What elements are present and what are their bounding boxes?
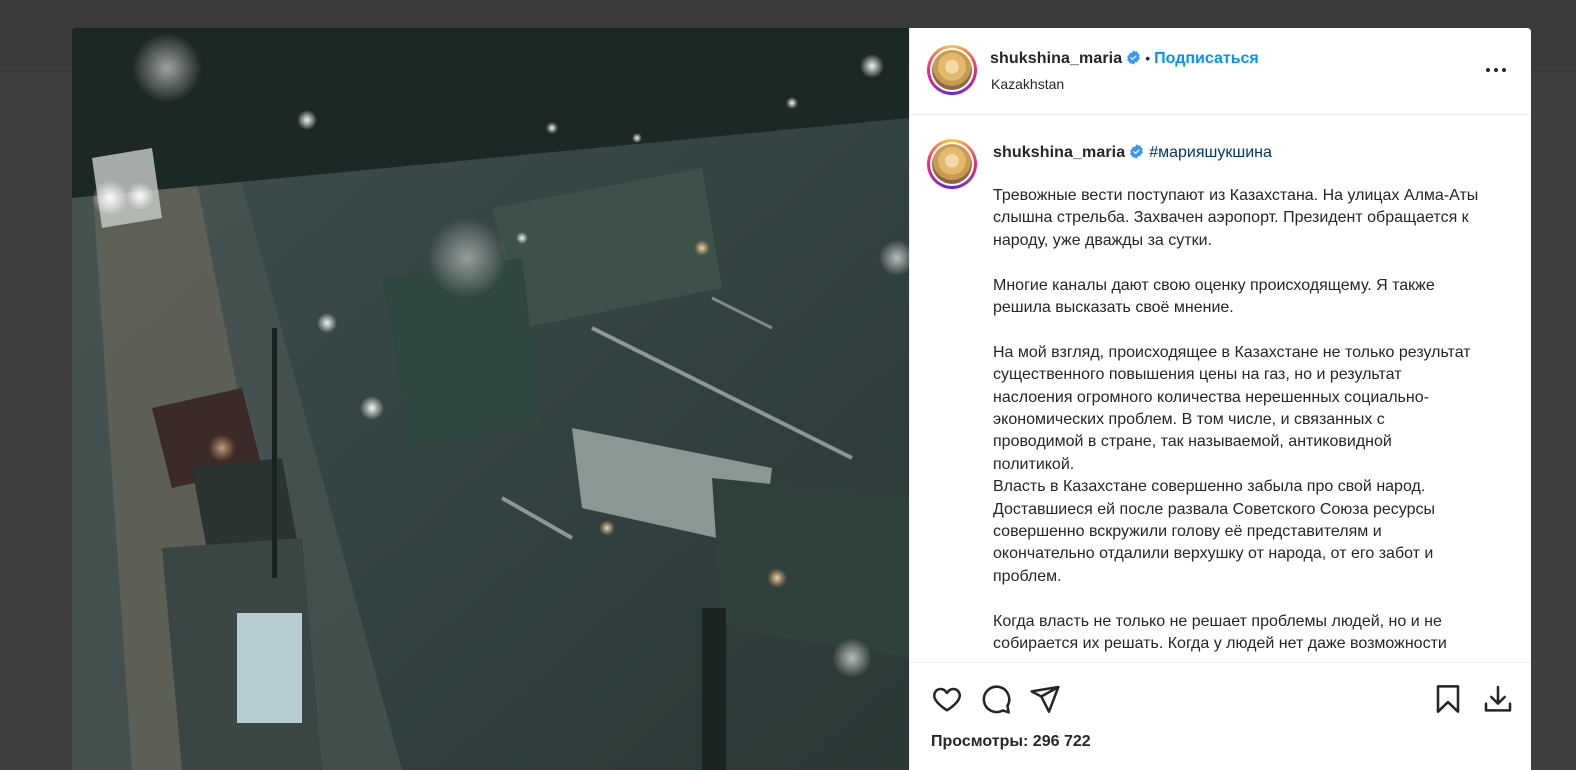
heart-icon[interactable]	[931, 683, 963, 715]
post-location[interactable]: Kazakhstan	[991, 76, 1064, 92]
caption-line: совершенно вскружили голову её представи…	[993, 523, 1382, 541]
more-options-icon[interactable]	[1484, 58, 1508, 82]
video-frame-illustration	[72, 28, 909, 770]
share-icon[interactable]	[1029, 683, 1061, 715]
caption-line: решила высказать своё мнение.	[993, 299, 1234, 317]
caption-line: проблем.	[993, 567, 1062, 585]
caption-hashtag-link[interactable]: #марияшукшина	[1149, 144, 1272, 161]
caption-line: окончательно отдалили верхушку от народа…	[993, 545, 1434, 563]
caption-line: политикой.	[993, 455, 1075, 473]
caption-line: наслоения огромного количества нерешенны…	[993, 388, 1429, 406]
caption-line: слышна стрельба. Захвачен аэропорт. През…	[993, 209, 1469, 227]
caption-scroll-area[interactable]: shukshina_maria #марияшукшина Тревожные в…	[910, 116, 1531, 662]
caption-author-line: shukshina_maria #марияшукшина	[993, 144, 1272, 162]
download-icon[interactable]	[1482, 683, 1514, 715]
verified-badge-icon	[1127, 50, 1141, 65]
caption-line: проводимой в стране, так называемой, ант…	[993, 433, 1392, 451]
views-count: 296 722	[1032, 733, 1091, 750]
caption-line: существенного повышения цены на газ, но …	[993, 366, 1402, 384]
caption-line: Власть в Казахстане совершенно забыла пр…	[993, 478, 1426, 496]
views-label: Просмотры:	[931, 733, 1029, 750]
post-video[interactable]	[72, 28, 909, 770]
separator-dot: •	[1145, 50, 1151, 66]
post-modal: shukshina_maria • Подписаться Kazakhstan s…	[72, 28, 1531, 770]
caption-paragraph-gap	[993, 252, 1513, 274]
caption-line: народу, уже дважды за сутки.	[993, 231, 1212, 249]
author-username[interactable]: shukshina_maria	[990, 50, 1122, 67]
caption-line: Доставшиеся ей после развала Советского …	[993, 500, 1435, 518]
post-header: shukshina_maria • Подписаться Kazakhstan	[910, 28, 1531, 115]
post-actions-bar: Просмотры: 296 722	[910, 662, 1531, 770]
verified-badge-icon	[1130, 144, 1144, 159]
caption-line: экономических проблем. В том числе, и св…	[993, 411, 1385, 429]
caption-line: Многие каналы дают свою оценку происходя…	[993, 276, 1435, 294]
caption-line: Когда власть не только не решает проблем…	[993, 612, 1442, 630]
comment-icon[interactable]	[980, 683, 1012, 715]
caption-line: собирается их решать. Когда у людей нет …	[993, 635, 1447, 653]
caption-paragraph-gap	[993, 588, 1513, 610]
caption-author-avatar[interactable]	[927, 139, 977, 189]
caption-author-username[interactable]: shukshina_maria	[993, 144, 1125, 161]
caption-line: На мой взгляд, происходящее в Казахстане…	[993, 343, 1471, 361]
header-author-line: shukshina_maria • Подписаться	[990, 50, 1259, 68]
views-counter: Просмотры: 296 722	[931, 733, 1091, 751]
follow-button[interactable]: Подписаться	[1154, 50, 1259, 67]
caption-line: Тревожные вести поступают из Казахстана.…	[993, 187, 1479, 204]
bookmark-icon[interactable]	[1432, 683, 1464, 715]
author-avatar[interactable]	[927, 45, 977, 95]
post-side-panel: shukshina_maria • Подписаться Kazakhstan s…	[909, 28, 1531, 770]
caption-paragraph-gap	[993, 319, 1513, 341]
caption-text: Тревожные вести поступают из Казахстана.…	[993, 185, 1513, 655]
